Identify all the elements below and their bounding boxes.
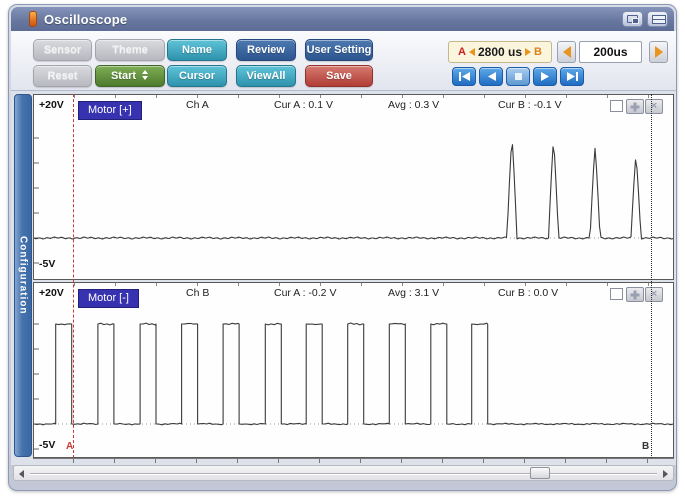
configuration-label: Configuration <box>18 236 29 315</box>
channel-a-close-button[interactable]: × <box>645 99 663 114</box>
range-value: 2800 us <box>478 45 522 59</box>
timebase-increase-button[interactable] <box>649 41 668 63</box>
channel-a-avg-readout: Avg : 0.3 V <box>388 99 439 111</box>
configuration-sidebar-tab[interactable]: Configuration <box>14 94 32 457</box>
review-button[interactable]: Review <box>236 39 296 61</box>
channel-a-checkbox[interactable] <box>610 100 623 112</box>
step-back-button[interactable] <box>479 67 503 86</box>
channel-a-cursor-b-readout: Cur B : -0.1 V <box>498 99 562 111</box>
user-setting-button[interactable]: User Setting <box>305 39 373 61</box>
channel-a-id-label: Ch A <box>186 99 209 111</box>
skip-to-end-icon <box>566 71 579 82</box>
channel-a-waveform <box>34 95 673 279</box>
horizontal-scrollbar[interactable] <box>13 465 674 481</box>
time-axis-ticks <box>33 458 674 464</box>
stop-button[interactable] <box>506 67 530 86</box>
channel-b-cursor-b-readout: Cur B : 0.0 V <box>498 287 558 299</box>
right-arrow-icon <box>655 46 663 58</box>
plus-icon <box>631 290 640 299</box>
reset-button[interactable]: Reset <box>33 65 92 87</box>
cursor-b-line[interactable] <box>651 94 652 458</box>
titlebar: Oscilloscope <box>11 7 674 31</box>
skip-to-start-icon <box>458 71 471 82</box>
channel-a-panel: +20V Motor [+] Ch A Cur A : 0.1 V Avg : … <box>33 94 674 280</box>
minimize-button[interactable] <box>647 11 668 27</box>
channel-b-vmin-label: -5V <box>39 439 55 451</box>
save-button[interactable]: Save <box>305 65 373 87</box>
channel-a-vmin-label: -5V <box>39 258 55 270</box>
scroll-right-icon[interactable] <box>663 470 668 478</box>
channel-b-avg-readout: Avg : 3.1 V <box>388 287 439 299</box>
screenshot-button[interactable] <box>622 11 643 27</box>
step-back-icon <box>486 71 497 82</box>
scrollbar-track[interactable] <box>30 473 657 475</box>
timebase-value[interactable]: 200us <box>579 41 642 63</box>
channel-a-cursor-a-readout: Cur A : 0.1 V <box>274 99 333 111</box>
channel-a-name-badge[interactable]: Motor [+] <box>78 101 142 120</box>
channel-b-close-button[interactable]: × <box>645 287 663 302</box>
step-forward-icon <box>540 71 551 82</box>
name-button[interactable]: Name <box>167 39 227 61</box>
viewall-button[interactable]: ViewAll <box>236 65 296 87</box>
range-label-b: B <box>534 46 542 58</box>
step-forward-button[interactable] <box>533 67 557 86</box>
skip-to-start-button[interactable] <box>452 67 476 86</box>
channel-b-waveform <box>34 283 673 457</box>
probe-icon <box>29 11 37 27</box>
range-label-a: A <box>458 46 466 58</box>
oscilloscope-window: Oscilloscope Sensor Theme Name Review Us… <box>8 4 677 491</box>
cursor-a-label: A <box>66 441 73 452</box>
scope-area: Configuration +20V Motor [+] Ch A Cur A … <box>11 91 676 465</box>
toolbar: Sensor Theme Name Review User Setting Re… <box>11 31 676 91</box>
channel-b-name-badge[interactable]: Motor [-] <box>78 289 139 308</box>
playback-controls <box>452 67 584 86</box>
channel-b-id-label: Ch B <box>186 287 209 299</box>
channel-b-cursor-a-readout: Cur A : -0.2 V <box>274 287 336 299</box>
ab-range-box[interactable]: A 2800 us B <box>448 41 552 63</box>
close-icon: × <box>646 100 662 113</box>
left-arrow-icon <box>563 46 571 58</box>
start-label: Start <box>111 70 136 82</box>
channel-a-vmax-label: +20V <box>39 99 64 111</box>
cursor-a-line[interactable] <box>73 94 74 458</box>
stop-icon <box>514 72 523 81</box>
start-spinner-icon <box>142 70 149 80</box>
window-title: Oscilloscope <box>44 12 127 27</box>
cursor-b-label: B <box>642 441 649 452</box>
screen: Oscilloscope Sensor Theme Name Review Us… <box>0 0 685 498</box>
range-right-arrow-icon <box>525 48 531 56</box>
screenshot-icon <box>627 15 638 23</box>
timebase-decrease-button[interactable] <box>557 41 576 63</box>
channel-b-checkbox[interactable] <box>610 288 623 300</box>
start-button[interactable]: Start <box>95 65 165 87</box>
range-left-arrow-icon <box>469 48 475 56</box>
scroll-left-icon[interactable] <box>19 470 24 478</box>
scrollbar-thumb[interactable] <box>530 467 550 479</box>
minimize-icon <box>652 15 664 24</box>
close-icon: × <box>646 288 662 301</box>
skip-to-end-button[interactable] <box>560 67 584 86</box>
theme-button[interactable]: Theme <box>95 39 165 61</box>
channel-b-vmax-label: +20V <box>39 287 64 299</box>
plus-icon <box>631 102 640 111</box>
channel-a-expand-button[interactable] <box>626 99 644 114</box>
cursor-button[interactable]: Cursor <box>167 65 227 87</box>
sensor-button[interactable]: Sensor <box>33 39 92 61</box>
channel-b-expand-button[interactable] <box>626 287 644 302</box>
channel-b-panel: +20V Motor [-] Ch B Cur A : -0.2 V Avg :… <box>33 282 674 458</box>
